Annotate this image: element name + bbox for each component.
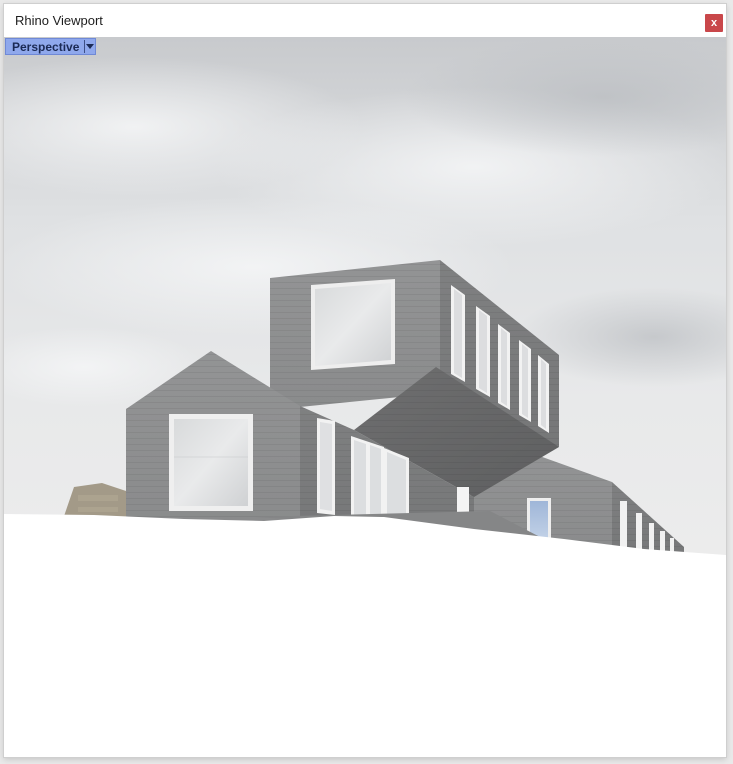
title-bar[interactable]: Rhino Viewport x [4, 4, 726, 37]
chevron-down-icon [86, 44, 95, 49]
window-title: Rhino Viewport [15, 13, 103, 28]
close-button[interactable]: x [705, 14, 723, 32]
viewport-title-tab: Perspective [5, 38, 96, 55]
viewport-canvas[interactable]: Perspective [4, 37, 726, 757]
rhino-viewport-window: Rhino Viewport x Perspective [4, 4, 726, 757]
rendered-scene [4, 37, 726, 757]
view-menu-dropdown[interactable] [85, 39, 95, 54]
view-name-label[interactable]: Perspective [6, 40, 84, 54]
close-icon: x [710, 16, 718, 29]
